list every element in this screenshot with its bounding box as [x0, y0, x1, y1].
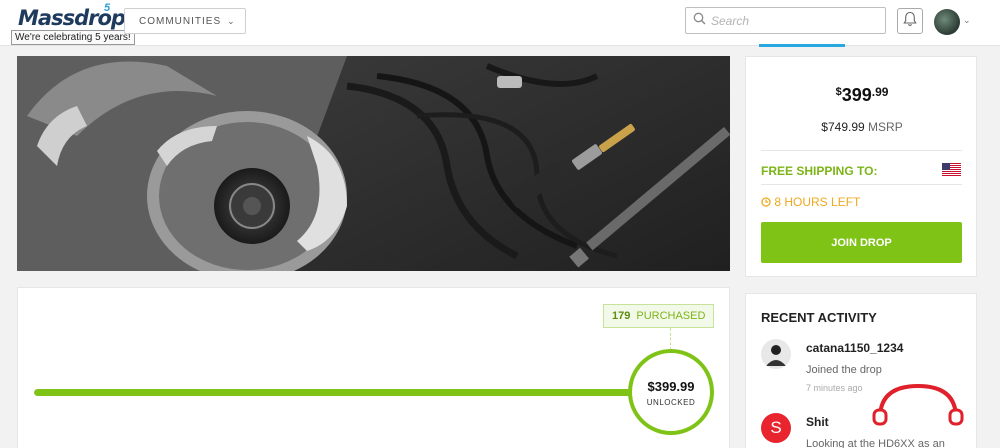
recent-activity-title: RECENT ACTIVITY [761, 310, 877, 325]
time-left-label: 8 HOURS LEFT [774, 195, 861, 209]
clock-icon [761, 195, 774, 209]
time-left: 8 HOURS LEFT [761, 195, 860, 209]
search-box[interactable] [685, 7, 886, 34]
price-card: $399.99 $749.99 MSRP FREE SHIPPING TO: 8… [745, 56, 977, 277]
chevron-down-icon: ⌄ [227, 15, 236, 26]
progress-card: 179 PURCHASED $399.99 UNLOCKED [17, 287, 730, 448]
drop-price: $399.99 [746, 85, 978, 106]
activity-time: 7 minutes ago [806, 383, 863, 393]
purchased-label: PURCHASED [636, 310, 706, 322]
purchased-badge: 179 PURCHASED [603, 304, 715, 328]
chevron-down-icon[interactable]: ⌄ [963, 15, 971, 26]
msrp: $749.99 MSRP [746, 120, 978, 134]
communities-dropdown[interactable]: COMMUNITIES ⌄ [124, 8, 246, 34]
divider [761, 184, 962, 185]
activity-text: Looking at the HD6XX as an [806, 438, 945, 448]
msrp-label: MSRP [868, 120, 903, 134]
notifications-button[interactable] [897, 8, 923, 34]
purchased-marker-line [670, 328, 671, 350]
divider [761, 150, 962, 151]
milestone-price: $399.99 [647, 379, 695, 394]
free-shipping-label: FREE SHIPPING TO: [761, 164, 878, 178]
milestone-label: UNLOCKED [646, 398, 696, 407]
price-cents: .99 [871, 85, 889, 99]
avatar[interactable] [761, 339, 791, 369]
bell-icon [903, 11, 917, 32]
product-image [17, 56, 730, 271]
top-header: Massdrop 5 We're celebrating 5 years! CO… [0, 0, 1000, 47]
join-drop-button[interactable]: JOIN DROP [761, 222, 962, 263]
avatar[interactable]: S [761, 413, 791, 443]
purchased-count: 179 [612, 310, 631, 322]
celebration-tooltip: We're celebrating 5 years! [11, 30, 135, 45]
price-main: 399 [841, 85, 872, 105]
activity-text: Joined the drop [806, 364, 882, 376]
search-icon [693, 12, 706, 30]
active-tab-indicator [759, 44, 845, 47]
activity-username[interactable]: Shit [806, 415, 829, 429]
headphone-overlay-icon [872, 383, 964, 426]
user-avatar[interactable] [934, 9, 960, 35]
communities-label: COMMUNITIES [139, 15, 222, 27]
progress-fill [34, 389, 634, 396]
progress-track [34, 389, 634, 396]
us-flag-icon [942, 163, 961, 176]
anniversary-badge: 5 [104, 2, 111, 14]
price-milestone: $399.99 UNLOCKED [628, 349, 714, 435]
msrp-value: $749.99 [821, 120, 865, 134]
search-input[interactable] [711, 13, 871, 28]
activity-username[interactable]: catana1150_1234 [806, 341, 903, 355]
